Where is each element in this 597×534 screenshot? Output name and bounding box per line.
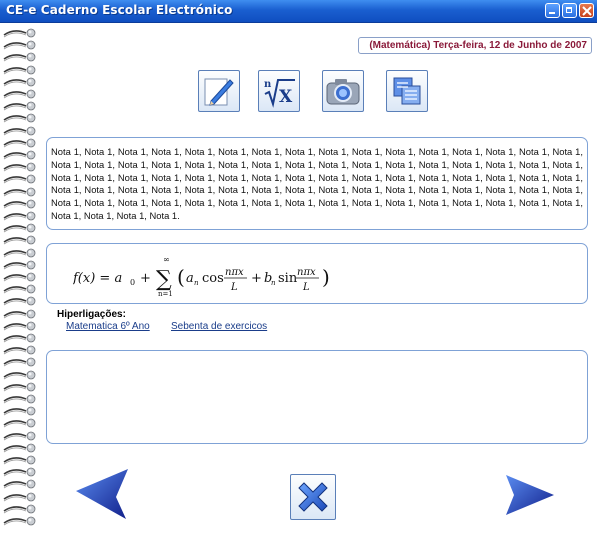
window-titlebar: CE-e Caderno Escolar Electrónico xyxy=(0,0,597,23)
formula-sin: sin xyxy=(278,271,298,286)
window-title: CE-e Caderno Escolar Electrónico xyxy=(6,3,233,17)
formula-sub0: 0 xyxy=(130,278,135,287)
extra-panel[interactable] xyxy=(46,350,588,444)
formula-sub-n-2: n xyxy=(271,279,276,287)
edit-note-button[interactable] xyxy=(198,70,240,112)
notebook-spiral-binding xyxy=(0,22,40,534)
formula-panel[interactable]: f(x) = a 0 + ∞ ∑ n=1 ( a n cos nπx L + b… xyxy=(46,243,588,304)
formula-open-paren: ( xyxy=(177,265,185,289)
formula-sum-bottom: n=1 xyxy=(158,290,173,298)
insert-formula-button[interactable]: n X xyxy=(258,70,300,112)
formula-sub-n-1: n xyxy=(194,279,199,287)
close-note-button[interactable] xyxy=(290,474,336,520)
notes-text: Nota 1, Nota 1, Nota 1, Nota 1, Nota 1, … xyxy=(51,146,583,221)
notes-panel[interactable]: Nota 1, Nota 1, Nota 1, Nota 1, Nota 1, … xyxy=(46,137,588,230)
formula-den-1: L xyxy=(230,282,238,293)
formula-num-1: nπx xyxy=(225,267,244,278)
next-page-button[interactable] xyxy=(504,473,556,517)
insert-image-button[interactable] xyxy=(322,70,364,112)
maximize-button[interactable] xyxy=(562,3,577,18)
sigma-symbol: ∑ xyxy=(156,267,172,292)
svg-text:n: n xyxy=(264,79,272,90)
formula-plus: + xyxy=(140,271,151,286)
formula-den-2: L xyxy=(302,282,310,293)
fourier-series-formula: f(x) = a 0 + ∞ ∑ n=1 ( a n cos nπx L + b… xyxy=(73,256,330,298)
formula-close-paren: ) xyxy=(322,265,330,289)
formula-lhs: f(x) = a xyxy=(73,271,122,286)
minimize-button[interactable] xyxy=(545,3,560,18)
link-matematica[interactable]: Matematica 6º Ano xyxy=(66,321,150,332)
copy-icon xyxy=(393,77,421,105)
spiral-ring xyxy=(3,516,36,526)
pencil-icon xyxy=(204,78,234,106)
formula-num-2: nπx xyxy=(297,267,316,278)
formula-plus-2: + xyxy=(251,271,262,286)
svg-text:X: X xyxy=(279,87,293,107)
close-window-button[interactable] xyxy=(579,3,594,18)
arrow-left-icon xyxy=(76,469,128,519)
close-x-icon xyxy=(298,482,328,512)
arrow-right-icon xyxy=(506,475,554,515)
link-sebenta[interactable]: Sebenta de exercicos xyxy=(171,321,267,332)
nth-root-icon: n X xyxy=(264,79,295,108)
links-title: Hiperligações: xyxy=(57,309,126,320)
formula-cos: cos xyxy=(202,271,224,286)
close-icon xyxy=(582,6,592,16)
formula-sum-top: ∞ xyxy=(163,256,170,264)
previous-page-button[interactable] xyxy=(72,467,132,521)
date-label: (Matemática) Terça-feira, 12 de Junho de… xyxy=(369,40,587,51)
camera-icon xyxy=(326,79,360,105)
copy-button[interactable] xyxy=(386,70,428,112)
date-header: (Matemática) Terça-feira, 12 de Junho de… xyxy=(358,37,592,54)
formula-a: a xyxy=(186,271,194,286)
